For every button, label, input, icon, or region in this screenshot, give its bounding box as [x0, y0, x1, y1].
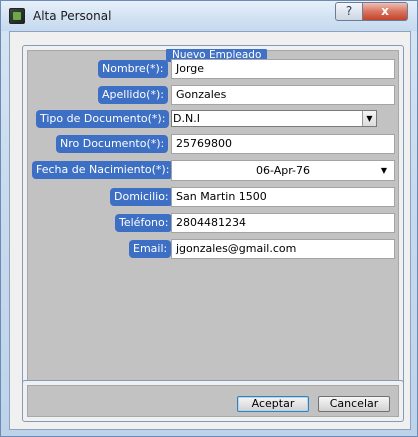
aceptar-button[interactable]: Aceptar — [237, 396, 309, 412]
fecha-nacimiento-picker[interactable]: 06-Apr-76 ▼ — [171, 160, 395, 181]
email-input[interactable]: jgonzales@gmail.com — [171, 239, 395, 259]
nombre-input[interactable]: Jorge — [171, 59, 395, 79]
actions-panel: Aceptar Cancelar — [27, 385, 399, 417]
cancelar-button[interactable]: Cancelar — [318, 396, 390, 412]
apellido-label: Apellido(*): — [98, 86, 168, 104]
fecha-nacimiento-label: Fecha de Nacimiento(*): — [32, 161, 174, 179]
nombre-label: Nombre(*): — [98, 60, 168, 78]
dialog-window: Alta Personal ? x Nuevo Empleado Nombre(… — [0, 0, 418, 437]
telefono-input[interactable]: 2804481234 — [171, 213, 395, 233]
nro-documento-label: Nro Documento(*): — [56, 135, 169, 153]
empleado-group: Nuevo Empleado Nombre(*): Jorge Apellido… — [22, 45, 404, 387]
close-button[interactable]: x — [362, 2, 408, 21]
apellido-input[interactable]: Gonzales — [171, 85, 395, 105]
domicilio-label: Domicilio: — [110, 188, 173, 206]
tipo-documento-select[interactable]: D.N.I ▼ — [171, 110, 377, 127]
actions-group: Aceptar Cancelar — [22, 380, 404, 422]
window-title: Alta Personal — [33, 9, 112, 23]
client-area: Nuevo Empleado Nombre(*): Jorge Apellido… — [9, 31, 411, 430]
tipo-documento-label: Tipo de Documento(*): — [36, 110, 170, 128]
email-label: Email: — [129, 240, 172, 258]
tipo-documento-value: D.N.I — [173, 112, 200, 125]
title-bar[interactable]: Alta Personal ? x — [1, 1, 417, 31]
calendar-dropdown-icon[interactable]: ▼ — [378, 161, 390, 180]
fecha-nacimiento-value: 06-Apr-76 — [255, 164, 311, 177]
help-button[interactable]: ? — [335, 2, 363, 21]
telefono-label: Teléfono: — [115, 214, 173, 232]
domicilio-input[interactable]: San Martin 1500 — [171, 187, 395, 207]
nro-documento-input[interactable]: 25769800 — [171, 134, 395, 154]
empleado-group-panel: Nuevo Empleado Nombre(*): Jorge Apellido… — [27, 49, 399, 382]
dropdown-arrow-icon[interactable]: ▼ — [362, 111, 376, 126]
app-icon — [9, 8, 25, 24]
